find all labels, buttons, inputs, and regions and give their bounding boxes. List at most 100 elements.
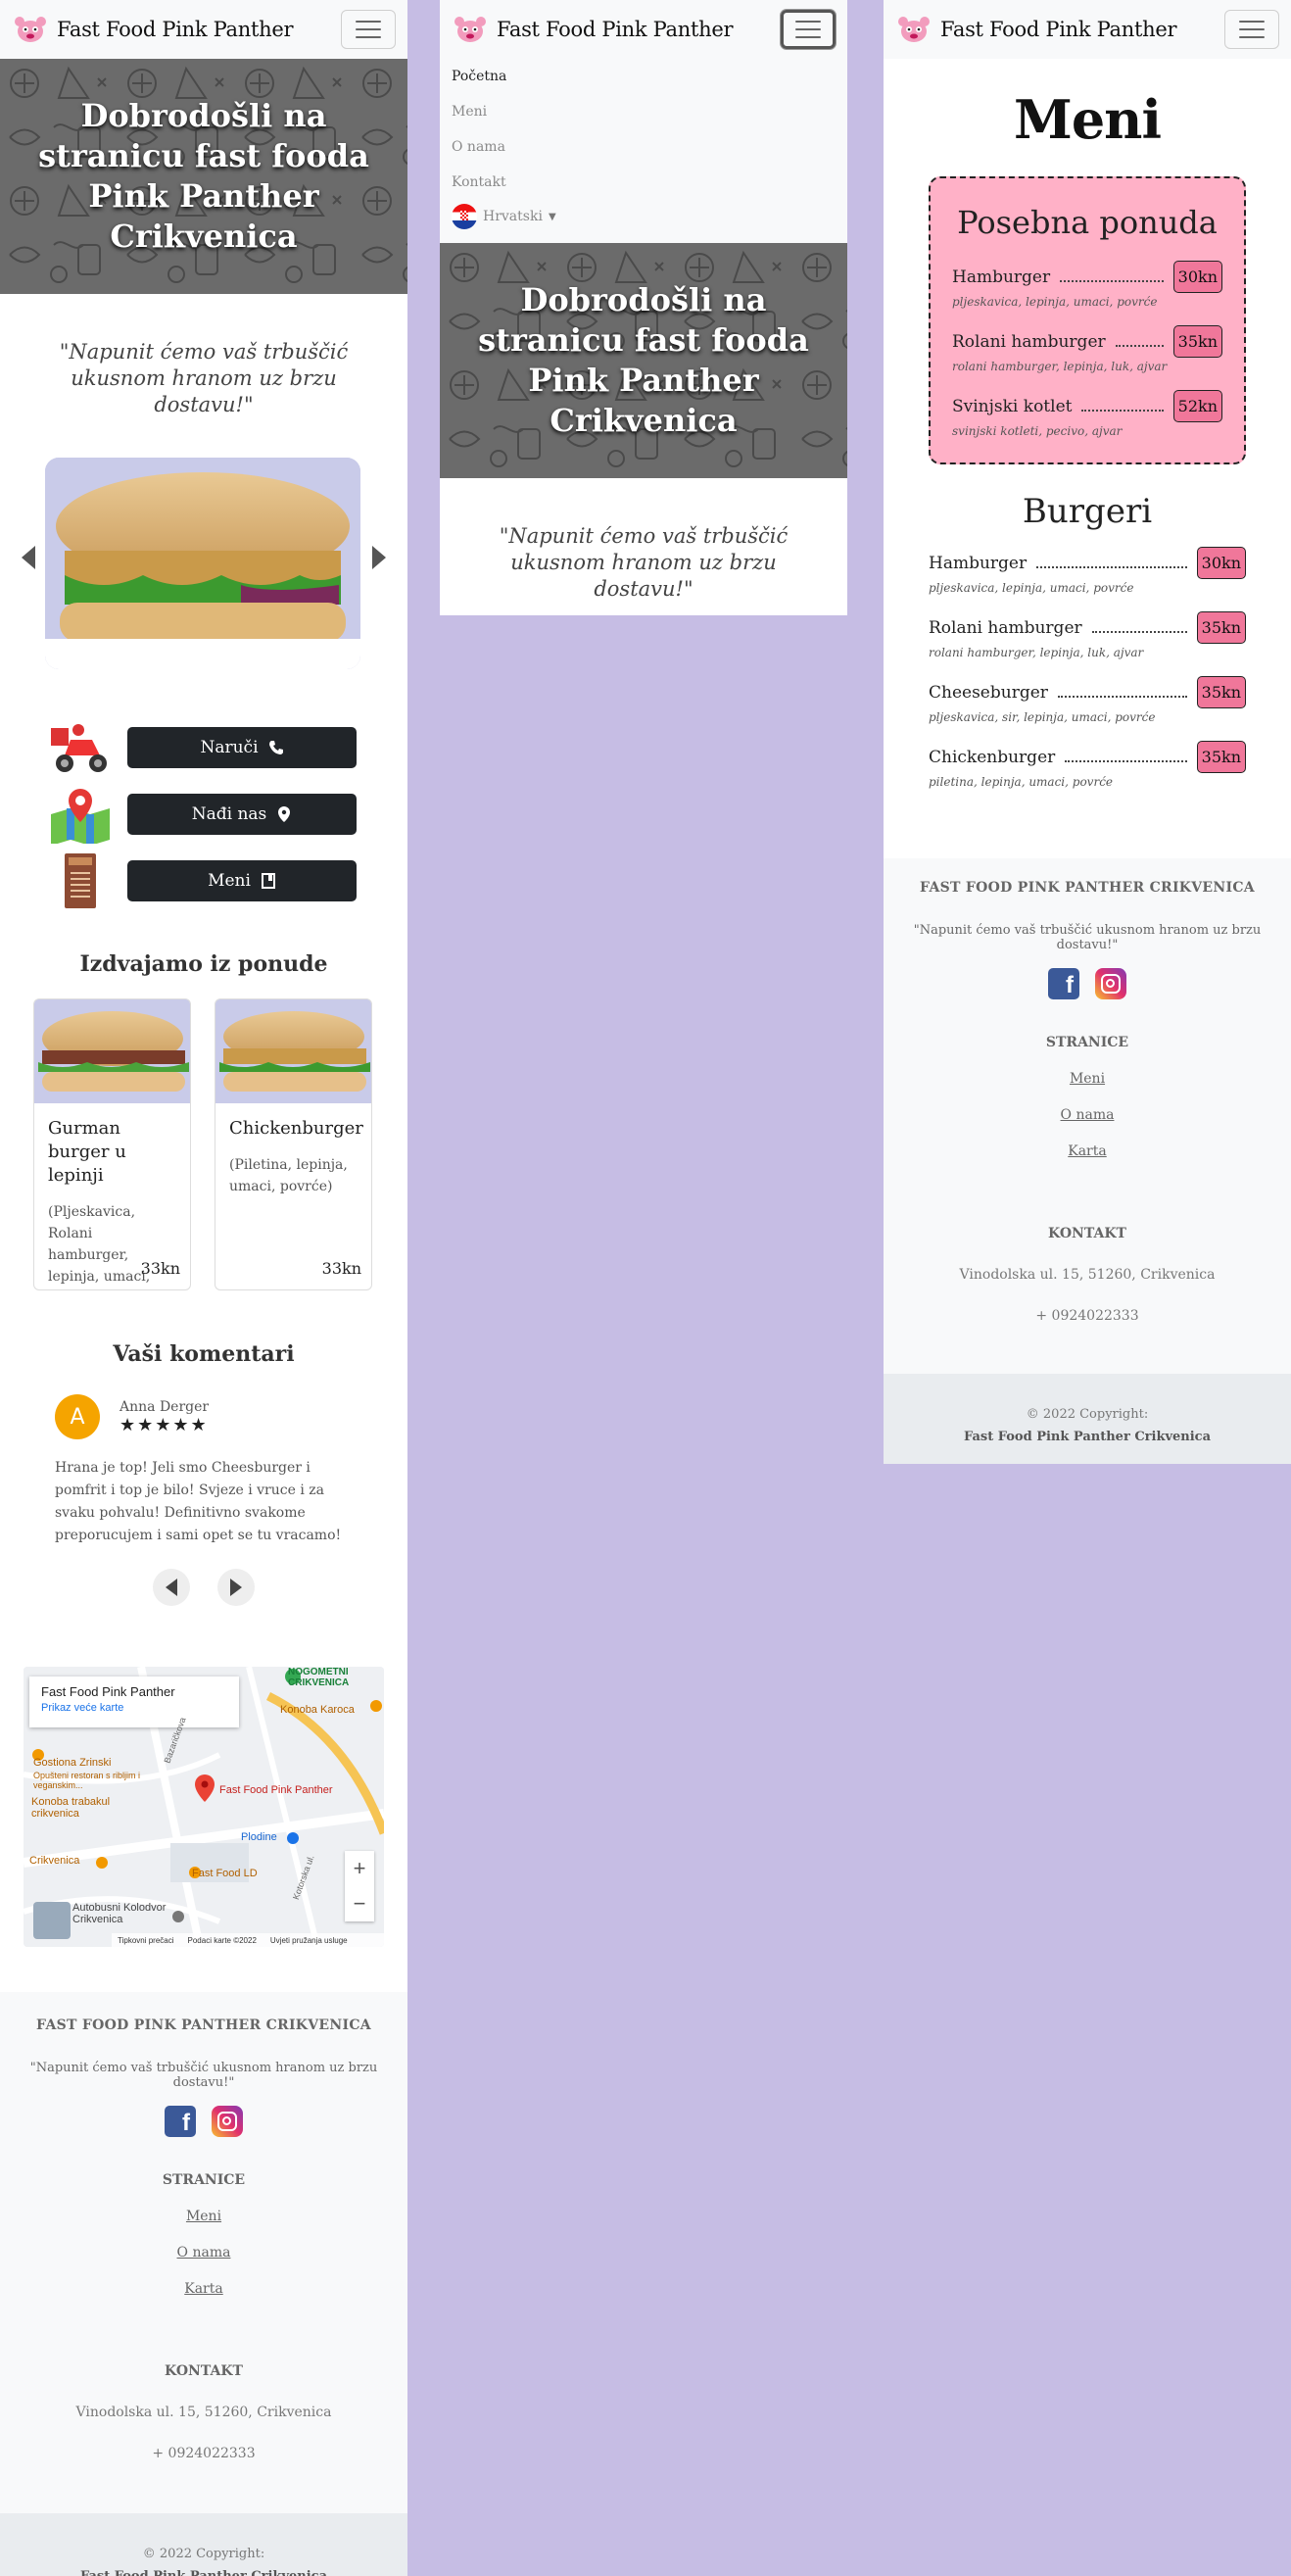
home-page-panel: Fast Food Pink Panther Dobrodošli na str… (0, 0, 407, 2576)
navbar-toggler-button[interactable] (341, 10, 396, 49)
special-offer-title: Posebna ponuda (957, 204, 1218, 241)
map-label: NOGOMETNI CRIKVENICA (288, 1667, 350, 1688)
carousel-prev-icon[interactable] (22, 546, 35, 569)
footer-link-menu[interactable]: Meni (884, 1071, 1291, 1087)
instagram-icon[interactable] (212, 2106, 243, 2137)
hamburger-icon (1239, 21, 1265, 23)
footer-link-map[interactable]: Karta (0, 2281, 407, 2297)
facebook-icon[interactable]: f (165, 2106, 196, 2137)
carousel-image (45, 458, 360, 669)
featured-card-title: Chickenburger (229, 1118, 363, 1139)
nav-link-menu[interactable]: Meni (452, 94, 836, 129)
find-us-button[interactable]: Nađi nas (127, 794, 357, 835)
map-location-icon (51, 789, 110, 844)
navbar-toggler-button[interactable] (1224, 10, 1279, 49)
footer-title: FAST FOOD PINK PANTHER CRIKVENICA (36, 2017, 371, 2033)
map-footer-terms[interactable]: Uvjeti pružanja usluge (270, 1936, 348, 1945)
menu-item: Rolani hamburger 35kn rolani hamburger, l… (952, 325, 1222, 373)
menu-item-name: Chickenburger (929, 747, 1056, 767)
google-map[interactable]: Fast Food Pink Panther Prikaz veće karte… (24, 1667, 384, 1947)
copyright-text: © 2022 Copyright: (1026, 1407, 1149, 1422)
map-larger-link[interactable]: Prikaz veće karte (41, 1702, 227, 1714)
avatar: A (55, 1394, 100, 1439)
quick-actions: Naruči Nađi nas Meni (0, 669, 407, 914)
navbar-toggler-button[interactable] (781, 10, 836, 49)
footer-pages-title: STRANICE (1045, 1035, 1129, 1050)
instagram-icon[interactable] (1095, 968, 1126, 999)
navbar: Fast Food Pink Panther (884, 0, 1291, 59)
menu-item-description: pljeskavica, sir, lepinja, umaci, povrće (929, 710, 1156, 724)
menu-item-description: piletina, lepinja, umaci, povrće (929, 775, 1114, 789)
nav-link-home[interactable]: Početna (452, 59, 836, 94)
order-button[interactable]: Naruči (127, 727, 357, 768)
brand[interactable]: Fast Food Pink Panther (452, 15, 734, 44)
footer-link-about[interactable]: O nama (884, 1107, 1291, 1123)
zoom-out-icon[interactable]: − (345, 1886, 374, 1921)
footer-phone: + 0924022333 (1035, 1308, 1139, 1324)
footer-link-about[interactable]: O nama (0, 2245, 407, 2260)
brand[interactable]: Fast Food Pink Panther (895, 15, 1177, 44)
hero-title: Dobrodošli na stranicu fast fooda Pink P… (478, 281, 809, 439)
map-label: Konoba Karoca (280, 1704, 355, 1716)
brand[interactable]: Fast Food Pink Panther (12, 15, 294, 44)
menu-item-price: 30kn (1172, 261, 1222, 293)
map-footer-shortcuts[interactable]: Tipkovni prečaci (118, 1936, 174, 1945)
footer-phone: + 0924022333 (152, 2446, 256, 2461)
featured-card[interactable]: Chickenburger (Piletina, lepinja, umaci,… (215, 998, 372, 1290)
map-place-name: Fast Food Pink Panther (41, 1684, 175, 1699)
food-carousel (0, 458, 407, 669)
menu-item: Hamburger 30kn pljeskavica, lepinja, umac… (952, 261, 1222, 309)
star-rating: ★★★★★ (120, 1414, 209, 1435)
nav-menu: Početna Meni O nama Kontakt Hrvatski ▼ (440, 59, 847, 243)
featured-section: Izdvajamo iz ponude Gurman burger u lepi… (0, 914, 407, 1290)
featured-card[interactable]: Gurman burger u lepinji (Pljeskavica, Ro… (33, 998, 191, 1290)
language-label: Hrvatski (483, 209, 543, 224)
menu-item: Rolani hamburger 35kn rolani hamburger, l… (929, 611, 1246, 659)
carousel-indicators[interactable] (161, 645, 261, 648)
copyright-name: Fast Food Pink Panther Crikvenica (80, 2569, 327, 2576)
language-dropdown[interactable]: Hrvatski ▼ (452, 200, 836, 233)
arrow-right-icon (230, 1579, 242, 1596)
menu-button[interactable]: Meni (127, 860, 357, 901)
comment-next-button[interactable] (217, 1569, 255, 1606)
menu-item-price: 52kn (1172, 390, 1222, 422)
nav-link-contact[interactable]: Kontakt (452, 165, 836, 200)
footer-pages-title: STRANICE (162, 2172, 246, 2188)
pink-panther-logo (454, 17, 486, 42)
carousel-next-icon[interactable] (372, 546, 386, 569)
croatia-flag-icon (452, 204, 477, 229)
home-page-nav-open-panel: Fast Food Pink Panther Početna Meni O na… (440, 0, 847, 615)
map-zoom-controls: + − (345, 1851, 374, 1921)
menu-item-name: Rolani hamburger (929, 617, 1082, 638)
special-offer-box: Posebna ponuda Hamburger 30kn pljeskavica… (929, 176, 1246, 464)
comment-prev-button[interactable] (153, 1569, 190, 1606)
brand-name: Fast Food Pink Panther (57, 18, 294, 41)
footer-quote: "Napunit ćemo vaš trbuščić ukusnom hrano… (29, 2061, 378, 2090)
hero-banner: Dobrodošli na stranicu fast fooda Pink P… (0, 59, 407, 294)
nav-link-about[interactable]: O nama (452, 129, 836, 165)
tagline: "Napunit ćemo vaš trbuščić ukusnom hrano… (59, 340, 349, 416)
facebook-icon[interactable]: f (1048, 968, 1079, 999)
map-label: Plodine (241, 1831, 277, 1843)
phone-icon (268, 741, 283, 754)
comments-title: Vaši komentari (113, 1341, 295, 1367)
zoom-in-icon[interactable]: + (345, 1851, 374, 1886)
menu-item-price: 35kn (1196, 741, 1246, 773)
footer-link-map[interactable]: Karta (884, 1143, 1291, 1159)
menu-item-name: Rolani hamburger (952, 331, 1106, 352)
hero-title: Dobrodošli na stranicu fast fooda Pink P… (38, 97, 369, 255)
menu-item: Chickenburger 35kn piletina, lepinja, uma… (929, 741, 1246, 789)
featured-title: Izdvajamo iz ponude (79, 951, 328, 977)
navbar: Fast Food Pink Panther (0, 0, 407, 59)
footer-link-menu[interactable]: Meni (0, 2209, 407, 2224)
order-button-label: Naruči (200, 738, 259, 757)
footer: FAST FOOD PINK PANTHER CRIKVENICA "Napun… (884, 858, 1291, 1374)
menu-item-description: pljeskavica, lepinja, umaci, povrće (952, 295, 1158, 309)
menu-item-name: Cheeseburger (929, 682, 1048, 703)
map-label: Konoba trabakul crikvenica (31, 1796, 111, 1820)
map-info-card: Fast Food Pink Panther Prikaz veće karte (29, 1677, 239, 1727)
menu-item: Cheeseburger 35kn pljeskavica, sir, lepin… (929, 676, 1246, 724)
comment: A Anna Derger ★★★★★ Hrana je top! Jeli s… (0, 1367, 407, 1547)
map-footer: Tipkovni prečaci Podaci karte ©2022 Uvje… (112, 1933, 384, 1947)
menu-board-icon (65, 853, 96, 908)
